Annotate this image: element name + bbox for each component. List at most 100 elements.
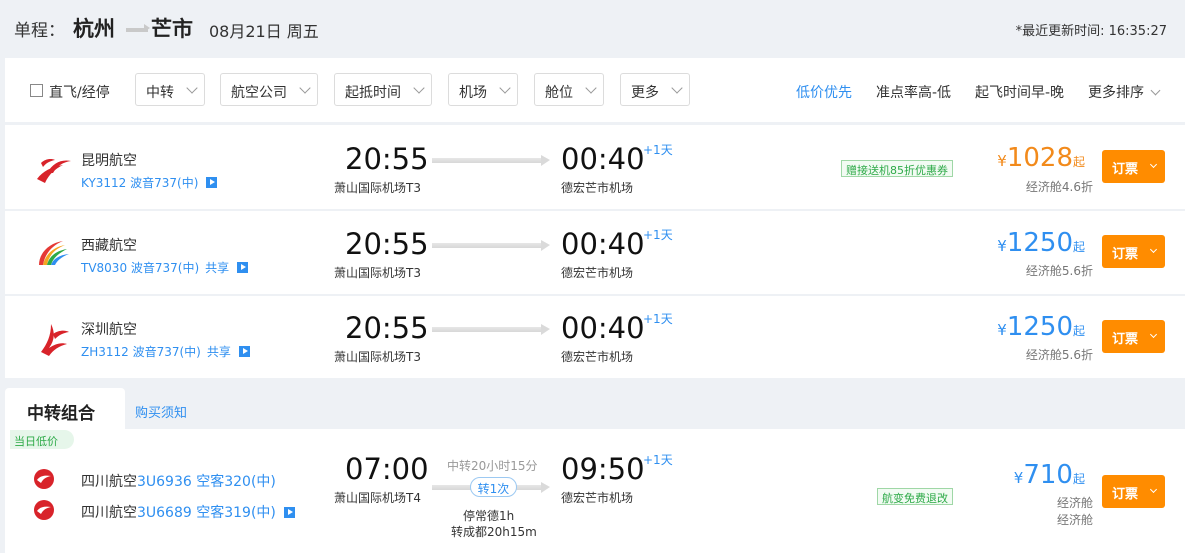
- day-offset: +1天: [643, 228, 673, 242]
- purchase-notice-link[interactable]: 购买须知: [135, 402, 187, 421]
- sort-departure[interactable]: 起飞时间早-晚: [975, 82, 1064, 102]
- filter-label: 起抵时间: [345, 85, 401, 101]
- depart-airport: 萧山国际机场T4: [334, 491, 421, 505]
- sort-more[interactable]: 更多排序: [1088, 82, 1161, 102]
- segment-2: 四川航空3U6689 空客319(中): [81, 502, 295, 522]
- price-value: 1028: [1006, 143, 1073, 173]
- book-button[interactable]: 订票: [1102, 150, 1165, 183]
- to-city[interactable]: 芒市: [151, 13, 193, 43]
- trip-type: 单程：: [14, 21, 65, 41]
- play-icon[interactable]: [238, 346, 250, 357]
- sort-price[interactable]: 低价优先: [796, 82, 852, 102]
- day-low-price-tag: 当日低价: [10, 430, 74, 449]
- cabin-discount: 经济舱5.6折: [1025, 264, 1093, 278]
- flight-row[interactable]: 西藏航空 TV8030 波音737(中) 共享 20:55 萧山国际机场T3 00…: [5, 211, 1185, 294]
- price-value: 710: [1023, 460, 1073, 490]
- book-button[interactable]: 订票: [1102, 235, 1165, 268]
- chevron-down-icon: [1149, 485, 1158, 494]
- codeshare-tag: 共享: [206, 345, 231, 359]
- chevron-down-icon: [1149, 160, 1158, 169]
- arrive-airport: 德宏芒市机场: [561, 266, 634, 280]
- filter-more[interactable]: 更多: [620, 73, 690, 106]
- filter-time[interactable]: 起抵时间: [334, 73, 432, 106]
- depart-time: 20:55: [345, 227, 429, 261]
- book-label: 订票: [1112, 162, 1139, 177]
- play-icon[interactable]: [206, 177, 218, 188]
- day-offset: +1天: [643, 312, 673, 326]
- segment-code[interactable]: 3U6936 空客320(中): [137, 474, 276, 490]
- cabin-discount: 经济舱5.6折: [1025, 348, 1093, 362]
- cabin-class: 经济舱: [1056, 513, 1093, 527]
- from-city[interactable]: 杭州: [73, 13, 115, 43]
- promo-badge: 航变免费退改: [877, 488, 953, 505]
- shenzhen-airlines-logo-icon: [41, 324, 69, 356]
- travel-date[interactable]: 08月21日 周五: [209, 18, 319, 42]
- segment-1: 四川航空3U6936 空客320(中): [81, 471, 276, 491]
- chevron-down-icon: [585, 82, 597, 94]
- price-suffix: 起: [1072, 240, 1085, 254]
- filter-airport[interactable]: 机场: [448, 73, 518, 106]
- chevron-down-icon: [299, 82, 311, 94]
- chevron-down-icon: [1149, 245, 1158, 254]
- airline-name: 西藏航空: [81, 238, 137, 254]
- filter-bar: 直飞/经停 中转 航空公司 起抵时间 机场 舱位 更多 低价优先 准点率高-低 …: [5, 58, 1185, 122]
- tibet-airlines-logo-icon: [39, 241, 69, 265]
- transfer-duration: 中转20小时15分: [447, 459, 538, 473]
- filter-transfer[interactable]: 中转: [135, 73, 205, 106]
- chevron-down-icon: [499, 82, 511, 94]
- price-value: 1250: [1006, 228, 1073, 258]
- cabin-discount: 经济舱4.6折: [1025, 180, 1093, 194]
- filter-airline[interactable]: 航空公司: [220, 73, 318, 106]
- play-icon[interactable]: [237, 262, 249, 273]
- filter-label: 中转: [146, 85, 174, 101]
- price-suffix: 起: [1072, 472, 1085, 486]
- transfer-row[interactable]: 当日低价 四川航空3U6936 空客320(中) 四川航空3U6689 空客31…: [5, 429, 1185, 553]
- price: ¥1250起: [997, 228, 1085, 258]
- search-header: 单程： 杭州 芒市 08月21日 周五 *最近更新时间: 16:35:27: [0, 0, 1185, 58]
- flight-info: KY3112 波音737(中): [81, 176, 199, 190]
- arrive-airport: 德宏芒市机场: [561, 350, 634, 364]
- transfer-note: 转成都20h15m: [451, 525, 537, 539]
- airline-name: 深圳航空: [81, 322, 137, 338]
- transfer-count-badge[interactable]: 转1次: [470, 477, 517, 497]
- filter-label: 更多: [631, 85, 659, 101]
- depart-airport: 萧山国际机场T3: [334, 350, 421, 364]
- stop-note: 停常德1h: [463, 509, 515, 523]
- currency: ¥: [997, 321, 1007, 339]
- sort-punctuality[interactable]: 准点率高-低: [876, 82, 951, 102]
- book-button[interactable]: 订票: [1102, 320, 1165, 353]
- flight-row[interactable]: 昆明航空 KY3112 波音737(中) 20:55 萧山国际机场T3 00:4…: [5, 125, 1185, 209]
- flight-row[interactable]: 深圳航空 ZH3112 波音737(中) 共享 20:55 萧山国际机场T3 00…: [5, 296, 1185, 378]
- flight-number[interactable]: TV8030 波音737(中) 共享: [81, 259, 249, 276]
- arrive-airport: 德宏芒市机场: [561, 181, 634, 195]
- update-time: *最近更新时间: 16:35:27: [1015, 24, 1167, 39]
- flight-line: [432, 155, 550, 166]
- arrive-time: 00:40: [561, 142, 645, 176]
- direct-label[interactable]: 直飞/经停: [49, 82, 110, 102]
- chevron-down-icon: [1150, 85, 1161, 96]
- price: ¥710起: [1014, 460, 1085, 490]
- flight-number[interactable]: ZH3112 波音737(中) 共享: [81, 343, 250, 360]
- filter-cabin[interactable]: 舱位: [534, 73, 604, 106]
- book-label: 订票: [1112, 247, 1139, 262]
- airline-name: 昆明航空: [81, 153, 137, 169]
- price-suffix: 起: [1072, 324, 1085, 338]
- tab-transfer-combo[interactable]: 中转组合: [5, 388, 125, 430]
- chevron-down-icon: [413, 82, 425, 94]
- chevron-down-icon: [1149, 330, 1158, 339]
- promo-badge: 赠接送机85折优惠券: [841, 160, 953, 177]
- segment-airline: 四川航空: [81, 505, 137, 521]
- book-button[interactable]: 订票: [1102, 475, 1165, 508]
- day-offset: +1天: [643, 453, 673, 467]
- segment-airline: 四川航空: [81, 474, 137, 490]
- book-label: 订票: [1112, 332, 1139, 347]
- price: ¥1250起: [997, 312, 1085, 342]
- cabin-class: 经济舱: [1056, 496, 1093, 510]
- segment-code[interactable]: 3U6689 空客319(中): [137, 505, 276, 521]
- flight-number[interactable]: KY3112 波音737(中): [81, 174, 218, 191]
- price-value: 1250: [1006, 312, 1073, 342]
- arrive-time: 09:50: [561, 452, 645, 486]
- direct-checkbox[interactable]: [30, 84, 43, 97]
- play-icon[interactable]: [283, 507, 295, 518]
- flight-line: [432, 324, 550, 335]
